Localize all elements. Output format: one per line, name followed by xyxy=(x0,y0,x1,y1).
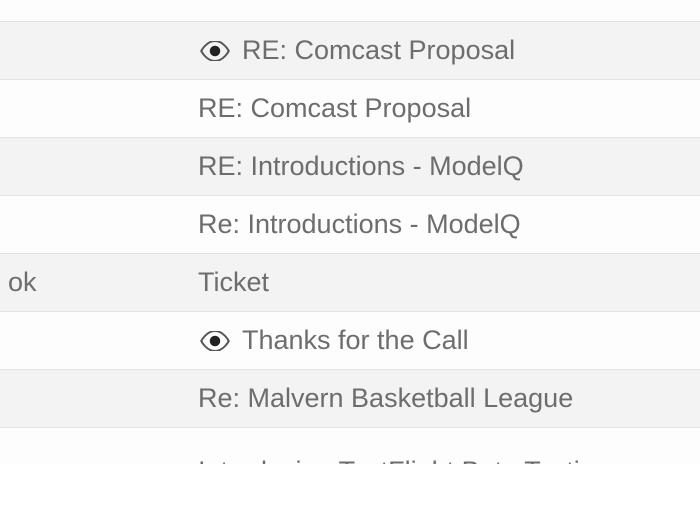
subject-cell: Re: Malvern Basketball League xyxy=(198,383,700,414)
eye-icon xyxy=(198,324,232,358)
subject-text: RE: Comcast Proposal xyxy=(198,93,471,124)
email-row[interactable]: RE: Comcast Proposal xyxy=(0,80,700,138)
subject-text: Introducing TestFlight Beta Testing xyxy=(198,456,610,464)
email-row[interactable]: ok Ticket xyxy=(0,254,700,312)
email-row[interactable]: RE: Comcast Proposal xyxy=(0,22,700,80)
email-list: RE: Comcast Proposal RE: Comcast Proposa… xyxy=(0,0,700,464)
email-row[interactable]: Re: Introductions - ModelQ xyxy=(0,196,700,254)
subject-cell: RE: Introductions - ModelQ xyxy=(198,151,700,182)
subject-cell: Thanks for the Call xyxy=(198,324,700,358)
email-row[interactable]: RE: Introductions - ModelQ xyxy=(0,138,700,196)
subject-text: Re: Introductions - ModelQ xyxy=(198,209,521,240)
subject-text: RE: Introductions - ModelQ xyxy=(198,151,524,182)
subject-cell: RE: Comcast Proposal xyxy=(198,93,700,124)
eye-icon xyxy=(198,34,232,68)
sender-text: ok xyxy=(8,267,37,297)
email-row[interactable]: Thanks for the Call xyxy=(0,312,700,370)
subject-text: Ticket xyxy=(198,267,269,298)
subject-cell: Re: Introductions - ModelQ xyxy=(198,209,700,240)
subject-text: RE: Comcast Proposal xyxy=(242,35,515,66)
email-row[interactable]: RE: Comcast Proposal xyxy=(0,0,700,22)
email-row[interactable]: Introducing TestFlight Beta Testing xyxy=(0,428,700,464)
subject-cell: Introducing TestFlight Beta Testing xyxy=(198,456,700,464)
email-row[interactable]: Re: Malvern Basketball League xyxy=(0,370,700,428)
subject-cell: RE: Comcast Proposal xyxy=(198,34,700,68)
subject-cell: Ticket xyxy=(198,267,700,298)
subject-text: Thanks for the Call xyxy=(242,325,469,356)
sender-cell: ok xyxy=(0,267,198,298)
subject-text: Re: Malvern Basketball League xyxy=(198,383,573,414)
